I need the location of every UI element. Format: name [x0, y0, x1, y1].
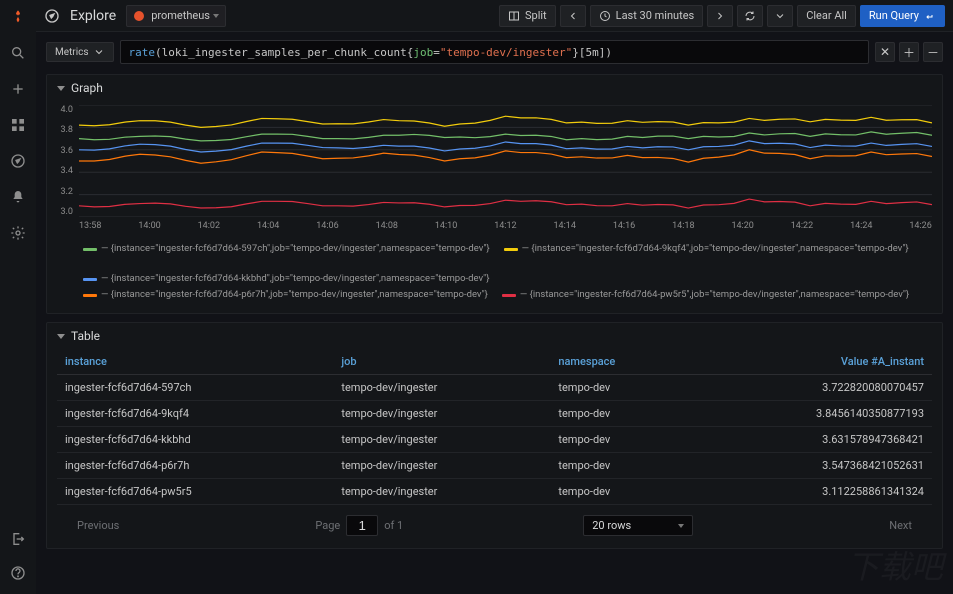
- page-number-input[interactable]: [346, 515, 378, 536]
- query-input[interactable]: rate(loki_ingester_samples_per_chunk_cou…: [120, 40, 869, 64]
- alert-icon[interactable]: [7, 186, 29, 208]
- chart-legend: — {instance="ingester-fcf6d7d64-597ch",j…: [55, 235, 932, 303]
- table-row[interactable]: ingester-fcf6d7d64-p6r7htempo-dev/ingest…: [57, 453, 932, 479]
- graph-panel-header[interactable]: Graph: [47, 75, 942, 101]
- sidebar: [0, 0, 36, 594]
- time-forward-button[interactable]: [707, 5, 733, 27]
- legend-swatch: [83, 294, 97, 297]
- time-range-button[interactable]: Last 30 minutes: [590, 5, 704, 27]
- chevron-down-icon: [774, 10, 786, 22]
- chart-plot[interactable]: [79, 105, 932, 217]
- time-back-button[interactable]: [560, 5, 586, 27]
- chevron-down-icon: [93, 46, 105, 58]
- legend-item[interactable]: — {instance="ingester-fcf6d7d64-p6r7h",j…: [83, 287, 488, 303]
- legend-item[interactable]: — {instance="ingester-fcf6d7d64-kkbhd",j…: [83, 271, 489, 287]
- pager-next[interactable]: Next: [873, 515, 928, 536]
- prometheus-icon: [133, 10, 145, 22]
- table-row[interactable]: ingester-fcf6d7d64-9kqf4tempo-dev/ingest…: [57, 401, 932, 427]
- chevron-right-icon: [714, 10, 726, 22]
- refresh-interval-button[interactable]: [767, 5, 793, 27]
- datasource-picker[interactable]: prometheus: [126, 5, 226, 27]
- table-row[interactable]: ingester-fcf6d7d64-kkbhdtempo-dev/ingest…: [57, 427, 932, 453]
- rows-per-page-select[interactable]: 20 rows: [583, 515, 693, 536]
- query-row: Metrics rate(loki_ingester_samples_per_c…: [46, 40, 943, 64]
- explore-icon[interactable]: [7, 150, 29, 172]
- graph-panel: Graph 4.03.83.63.43.23.0 13:5814:0014:02…: [46, 74, 943, 314]
- clock-icon: [599, 10, 611, 22]
- table-row[interactable]: ingester-fcf6d7d64-pw5r5tempo-dev/ingest…: [57, 479, 932, 505]
- enter-icon: [924, 10, 936, 22]
- table-pager: Previous Page of 1 20 rows Next: [57, 505, 932, 538]
- search-icon[interactable]: [7, 42, 29, 64]
- grafana-logo[interactable]: [7, 6, 29, 28]
- datasource-name: prometheus: [151, 9, 210, 22]
- clear-all-button[interactable]: Clear All: [797, 5, 856, 27]
- refresh-icon: [744, 10, 756, 22]
- table-header[interactable]: Value #A_instant: [692, 349, 932, 375]
- remove-query-button[interactable]: ✕: [875, 42, 895, 62]
- table-panel: Table instancejobnamespaceValue #A_insta…: [46, 322, 943, 549]
- legend-swatch: [504, 248, 518, 251]
- metrics-dropdown[interactable]: Metrics: [46, 42, 114, 62]
- run-query-button[interactable]: Run Query: [860, 5, 945, 27]
- legend-swatch: [502, 294, 516, 297]
- split-button[interactable]: Split: [499, 5, 556, 27]
- chevron-left-icon: [567, 10, 579, 22]
- dashboards-icon[interactable]: [7, 114, 29, 136]
- legend-item[interactable]: — {instance="ingester-fcf6d7d64-9kqf4",j…: [504, 241, 909, 257]
- legend-swatch: [83, 278, 97, 281]
- chevron-down-icon: [57, 334, 65, 339]
- help-icon[interactable]: [7, 562, 29, 584]
- plus-icon[interactable]: [7, 78, 29, 100]
- x-axis-labels: 13:5814:0014:0214:0414:0614:0814:1014:12…: [79, 221, 932, 235]
- compass-icon: [44, 8, 60, 24]
- gear-icon[interactable]: [7, 222, 29, 244]
- page-title: Explore: [70, 8, 116, 24]
- table-header[interactable]: namespace: [550, 349, 691, 375]
- legend-item[interactable]: — {instance="ingester-fcf6d7d64-597ch",j…: [83, 241, 490, 257]
- add-query-button[interactable]: ＋: [899, 42, 919, 62]
- chevron-down-icon: [57, 86, 65, 91]
- table-row[interactable]: ingester-fcf6d7d64-597chtempo-dev/ingest…: [57, 375, 932, 401]
- results-table: instancejobnamespaceValue #A_instant ing…: [57, 349, 932, 505]
- split-icon: [508, 10, 520, 22]
- table-header[interactable]: instance: [57, 349, 333, 375]
- legend-item[interactable]: — {instance="ingester-fcf6d7d64-pw5r5",j…: [502, 287, 909, 303]
- signout-icon[interactable]: [7, 528, 29, 550]
- y-axis-labels: 4.03.83.63.43.23.0: [55, 105, 77, 217]
- table-header[interactable]: job: [333, 349, 550, 375]
- refresh-button[interactable]: [737, 5, 763, 27]
- table-panel-header[interactable]: Table: [47, 323, 942, 349]
- pager-previous[interactable]: Previous: [61, 515, 135, 536]
- collapse-query-button[interactable]: －: [923, 42, 943, 62]
- legend-swatch: [83, 248, 97, 251]
- topbar: Explore prometheus Split Last 30 minutes: [36, 0, 953, 32]
